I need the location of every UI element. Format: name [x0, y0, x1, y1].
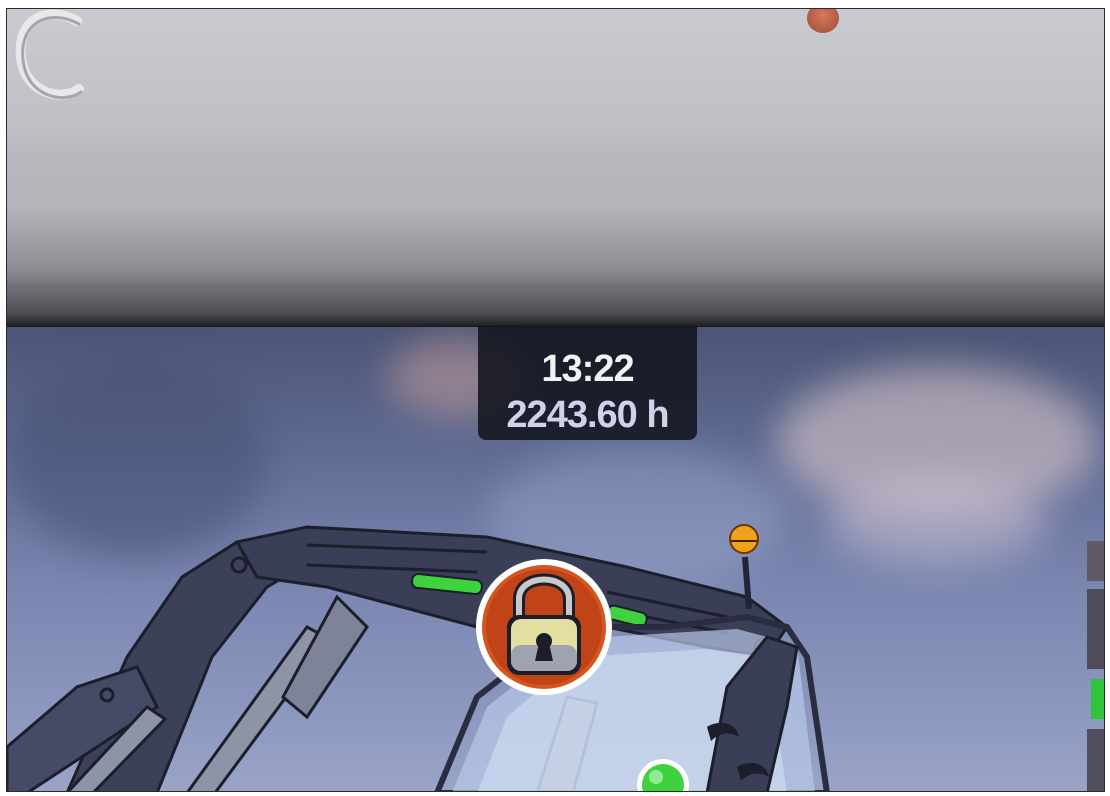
- clock-time: 13:22: [541, 348, 634, 390]
- display-bezel: [7, 9, 1104, 327]
- right-edge-controls: [1087, 541, 1104, 791]
- bezel-mark: [807, 9, 839, 33]
- joystick-stick: [742, 556, 752, 610]
- brand-logo-fragment: [15, 9, 84, 100]
- bezel-shine: [7, 149, 1104, 289]
- padlock-locked-icon: [476, 559, 612, 695]
- operating-hours: 2243.60 h: [506, 394, 669, 436]
- clock-panel: 13:22 2243.60 h: [478, 326, 697, 440]
- joystick-icon: [729, 524, 759, 554]
